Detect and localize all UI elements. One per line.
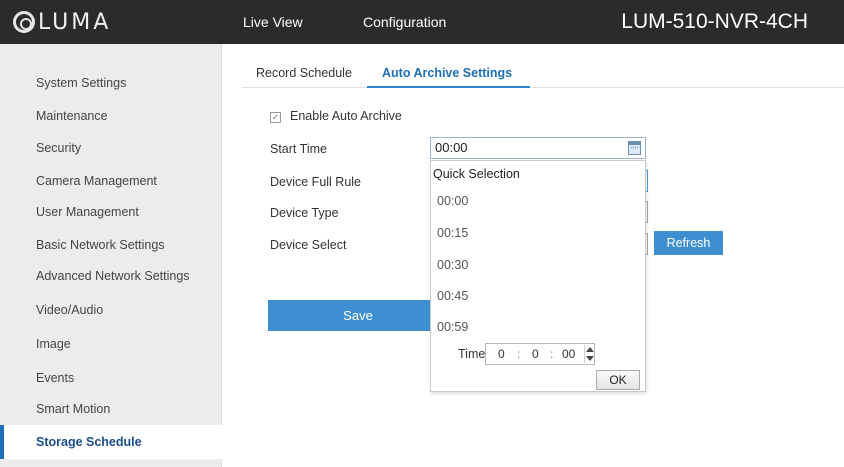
sidebar-item-user-management[interactable]: User Management	[36, 205, 139, 219]
sidebar: System Settings Maintenance Security Cam…	[0, 44, 222, 467]
quick-selection-dropdown: Quick Selection 00:00 00:15 00:30 00:45 …	[430, 160, 646, 392]
start-time-input[interactable]: 00:00	[430, 137, 646, 159]
ok-button[interactable]: OK	[596, 370, 640, 390]
device-name: LUM-510-NVR-4CH	[621, 10, 808, 33]
quick-selection-title: Quick Selection	[433, 167, 520, 181]
tab-record-schedule[interactable]: Record Schedule	[256, 66, 352, 80]
sidebar-item-storage-schedule[interactable]: Storage Schedule	[36, 435, 142, 449]
quick-option[interactable]: 00:00	[437, 194, 468, 208]
spin-up-icon[interactable]	[586, 347, 594, 352]
nav-configuration[interactable]: Configuration	[363, 14, 446, 30]
time-spinner[interactable]: 0 : 0 : 00	[485, 343, 595, 365]
tab-divider	[242, 87, 844, 88]
enable-auto-archive-checkbox[interactable]: ✓	[270, 112, 281, 123]
luma-logo: LUMA	[13, 9, 111, 35]
quick-option[interactable]: 00:45	[437, 289, 468, 303]
start-time-label: Start Time	[270, 142, 327, 156]
sidebar-item-camera-management[interactable]: Camera Management	[36, 174, 157, 188]
hour-field[interactable]: 0	[498, 347, 505, 361]
device-select-label: Device Select	[270, 238, 347, 252]
sidebar-item-system-settings[interactable]: System Settings	[36, 76, 126, 90]
refresh-button[interactable]: Refresh	[654, 231, 723, 255]
quick-option[interactable]: 00:59	[437, 320, 468, 334]
top-header: LUMA Live View Configuration LUM-510-NVR…	[0, 0, 844, 44]
sidebar-active-indicator	[0, 425, 4, 459]
sidebar-item-events[interactable]: Events	[36, 371, 74, 385]
save-button[interactable]: Save	[268, 300, 448, 331]
separator: :	[517, 347, 521, 361]
sidebar-item-basic-network-settings[interactable]: Basic Network Settings	[36, 238, 165, 252]
device-type-label: Device Type	[270, 206, 339, 220]
sidebar-item-image[interactable]: Image	[36, 337, 71, 351]
sidebar-item-maintenance[interactable]: Maintenance	[36, 109, 108, 123]
sidebar-item-advanced-network-settings[interactable]: Advanced Network Settings	[36, 269, 190, 283]
device-full-rule-label: Device Full Rule	[270, 175, 362, 189]
sidebar-item-security[interactable]: Security	[36, 141, 81, 155]
spin-down-icon[interactable]	[586, 356, 594, 361]
nav-live-view[interactable]: Live View	[243, 14, 303, 30]
enable-auto-archive-label: Enable Auto Archive	[290, 109, 402, 123]
logo-text: LUMA	[38, 9, 112, 35]
separator: :	[550, 347, 554, 361]
time-label: Time	[458, 347, 486, 361]
calendar-icon[interactable]	[628, 141, 641, 155]
quick-option[interactable]: 00:15	[437, 226, 468, 240]
second-field[interactable]: 00	[562, 347, 575, 361]
sidebar-item-video-audio[interactable]: Video/Audio	[36, 303, 103, 317]
minute-field[interactable]: 0	[532, 347, 539, 361]
luma-logo-icon	[13, 11, 35, 33]
tab-active-underline	[367, 86, 530, 88]
tab-auto-archive-settings[interactable]: Auto Archive Settings	[382, 66, 512, 80]
sidebar-item-smart-motion[interactable]: Smart Motion	[36, 402, 110, 416]
spinner-arrows[interactable]	[584, 345, 594, 363]
quick-option[interactable]: 00:30	[437, 258, 468, 272]
